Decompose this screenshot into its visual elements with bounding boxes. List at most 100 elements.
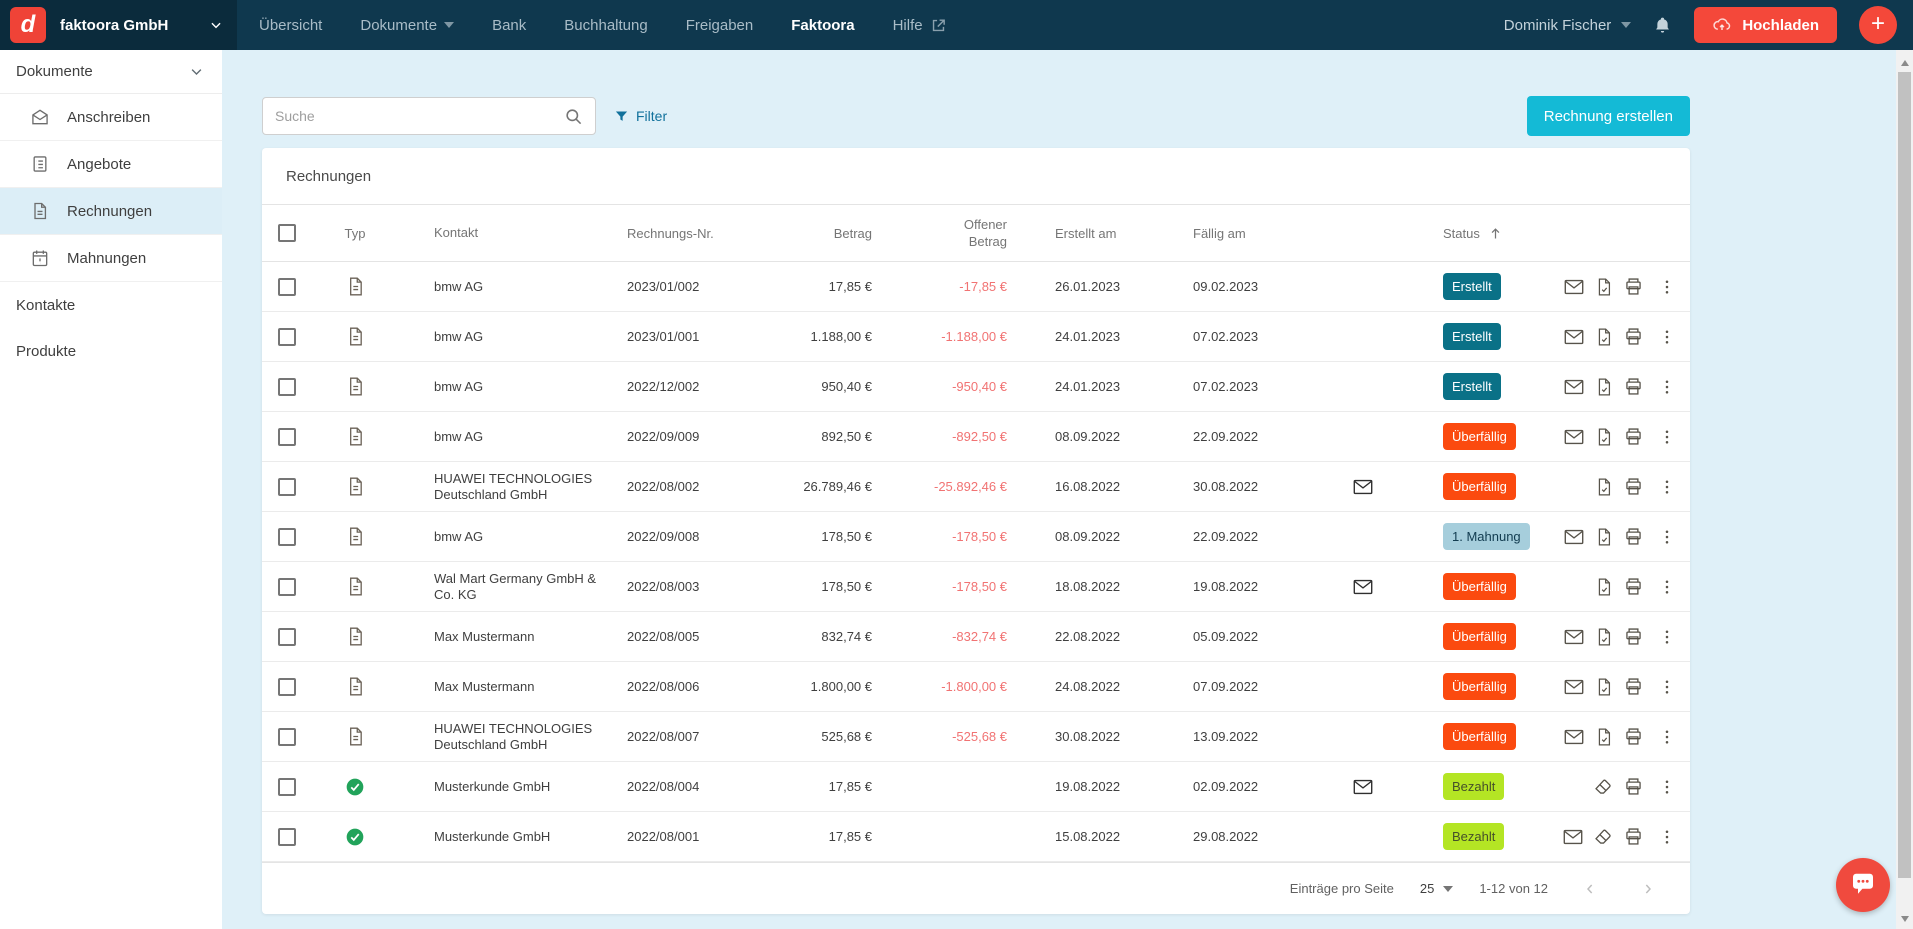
row-menu-kebab-icon[interactable]: [1658, 428, 1676, 446]
search-input[interactable]: [275, 108, 564, 124]
table-row[interactable]: bmw AG2023/01/00217,85 €-17,85 €26.01.20…: [262, 262, 1690, 312]
print-icon[interactable]: [1623, 326, 1644, 347]
row-menu-kebab-icon[interactable]: [1658, 678, 1676, 696]
sidebar-section-kontakte[interactable]: Kontakte: [0, 282, 222, 328]
print-icon[interactable]: [1623, 576, 1644, 597]
row-menu-kebab-icon[interactable]: [1658, 578, 1676, 596]
user-menu[interactable]: Dominik Fischer: [1504, 17, 1632, 34]
search-icon[interactable]: [564, 107, 583, 126]
row-checkbox[interactable]: [278, 678, 296, 696]
download-pdf-icon[interactable]: [1594, 527, 1614, 547]
row-checkbox[interactable]: [278, 628, 296, 646]
page-scrollbar[interactable]: [1896, 50, 1913, 929]
row-menu-kebab-icon[interactable]: [1658, 628, 1676, 646]
row-checkbox[interactable]: [278, 578, 296, 596]
filter-button[interactable]: Filter: [614, 108, 667, 124]
print-icon[interactable]: [1623, 526, 1644, 547]
table-row[interactable]: bmw AG2022/09/008178,50 €-178,50 €08.09.…: [262, 512, 1690, 562]
support-chat-button[interactable]: [1836, 858, 1890, 912]
send-email-icon[interactable]: [1563, 726, 1585, 748]
send-email-icon[interactable]: [1563, 376, 1585, 398]
table-row[interactable]: Max Mustermann2022/08/005832,74 €-832,74…: [262, 612, 1690, 662]
sidebar-section-produkte[interactable]: Produkte: [0, 328, 222, 374]
scroll-down-arrow[interactable]: [1896, 910, 1913, 927]
row-checkbox[interactable]: [278, 328, 296, 346]
send-email-icon[interactable]: [1563, 626, 1585, 648]
row-menu-kebab-icon[interactable]: [1658, 778, 1676, 796]
company-selector[interactable]: d faktoora GmbH: [0, 0, 237, 50]
nav-item-faktoora[interactable]: Faktoora: [791, 17, 854, 34]
nav-item-freigaben[interactable]: Freigaben: [686, 17, 754, 34]
print-icon[interactable]: [1623, 626, 1644, 647]
col-betrag[interactable]: Betrag: [792, 225, 902, 242]
per-page-select[interactable]: 25: [1420, 881, 1453, 896]
notifications-bell-icon[interactable]: [1653, 16, 1672, 35]
download-pdf-icon[interactable]: [1594, 277, 1614, 297]
row-menu-kebab-icon[interactable]: [1658, 278, 1676, 296]
create-invoice-button[interactable]: Rechnung erstellen: [1527, 96, 1690, 136]
print-icon[interactable]: [1623, 426, 1644, 447]
row-checkbox[interactable]: [278, 378, 296, 396]
send-email-icon[interactable]: [1563, 426, 1585, 448]
download-pdf-icon[interactable]: [1594, 727, 1614, 747]
row-menu-kebab-icon[interactable]: [1658, 478, 1676, 496]
row-checkbox[interactable]: [278, 478, 296, 496]
download-pdf-icon[interactable]: [1594, 327, 1614, 347]
send-email-icon[interactable]: [1563, 276, 1585, 298]
send-email-icon[interactable]: [1563, 676, 1585, 698]
col-faellig-am[interactable]: Fällig am: [1178, 226, 1333, 241]
col-status[interactable]: Status: [1393, 226, 1573, 241]
eraser-icon[interactable]: [1593, 776, 1614, 797]
row-checkbox[interactable]: [278, 428, 296, 446]
send-email-icon[interactable]: [1563, 526, 1585, 548]
download-pdf-icon[interactable]: [1594, 477, 1614, 497]
nav-item-hilfe[interactable]: Hilfe: [893, 17, 947, 34]
row-menu-kebab-icon[interactable]: [1658, 528, 1676, 546]
print-icon[interactable]: [1623, 826, 1644, 847]
col-rechnungs-nr[interactable]: Rechnungs-Nr.: [617, 226, 792, 241]
col-erstellt-am[interactable]: Erstellt am: [1037, 226, 1178, 241]
row-checkbox[interactable]: [278, 278, 296, 296]
row-checkbox[interactable]: [278, 778, 296, 796]
download-pdf-icon[interactable]: [1594, 627, 1614, 647]
add-new-button[interactable]: +: [1859, 6, 1897, 44]
sidebar-item-angebote[interactable]: Angebote: [0, 141, 222, 188]
download-pdf-icon[interactable]: [1594, 677, 1614, 697]
nav-item-buchhaltung[interactable]: Buchhaltung: [564, 17, 647, 34]
table-row[interactable]: Musterkunde GmbH2022/08/00417,85 €19.08.…: [262, 762, 1690, 812]
prev-page-button[interactable]: [1574, 881, 1606, 897]
sidebar-item-anschreiben[interactable]: Anschreiben: [0, 94, 222, 141]
row-checkbox[interactable]: [278, 828, 296, 846]
row-checkbox[interactable]: [278, 528, 296, 546]
sidebar-group-dokumente[interactable]: Dokumente: [0, 50, 222, 94]
table-row[interactable]: Musterkunde GmbH2022/08/00117,85 €15.08.…: [262, 812, 1690, 862]
row-menu-kebab-icon[interactable]: [1658, 378, 1676, 396]
table-row[interactable]: Wal Mart Germany GmbH & Co. KG2022/08/00…: [262, 562, 1690, 612]
print-icon[interactable]: [1623, 276, 1644, 297]
table-row[interactable]: HUAWEI TECHNOLOGIES Deutschland GmbH2022…: [262, 712, 1690, 762]
table-row[interactable]: bmw AG2023/01/0011.188,00 €-1.188,00 €24…: [262, 312, 1690, 362]
nav-item-übersicht[interactable]: Übersicht: [259, 17, 322, 34]
col-offener-betrag[interactable]: Offener Betrag: [902, 216, 1037, 250]
download-pdf-icon[interactable]: [1594, 427, 1614, 447]
sidebar-item-mahnungen[interactable]: Mahnungen: [0, 235, 222, 282]
scroll-up-arrow[interactable]: [1896, 54, 1913, 71]
row-checkbox[interactable]: [278, 728, 296, 746]
download-pdf-icon[interactable]: [1594, 377, 1614, 397]
col-kontakt[interactable]: Kontakt: [392, 225, 617, 241]
row-menu-kebab-icon[interactable]: [1658, 328, 1676, 346]
eraser-icon[interactable]: [1593, 826, 1614, 847]
select-all-checkbox[interactable]: [278, 224, 296, 242]
send-email-icon[interactable]: [1562, 826, 1584, 848]
table-row[interactable]: bmw AG2022/09/009892,50 €-892,50 €08.09.…: [262, 412, 1690, 462]
sidebar-item-rechnungen[interactable]: Rechnungen: [0, 188, 222, 235]
table-row[interactable]: bmw AG2022/12/002950,40 €-950,40 €24.01.…: [262, 362, 1690, 412]
upload-button[interactable]: Hochladen: [1694, 7, 1837, 43]
nav-item-bank[interactable]: Bank: [492, 17, 526, 34]
print-icon[interactable]: [1623, 476, 1644, 497]
table-row[interactable]: Max Mustermann2022/08/0061.800,00 €-1.80…: [262, 662, 1690, 712]
send-email-icon[interactable]: [1563, 326, 1585, 348]
print-icon[interactable]: [1623, 676, 1644, 697]
scrollbar-thumb[interactable]: [1898, 72, 1911, 878]
row-menu-kebab-icon[interactable]: [1658, 728, 1676, 746]
